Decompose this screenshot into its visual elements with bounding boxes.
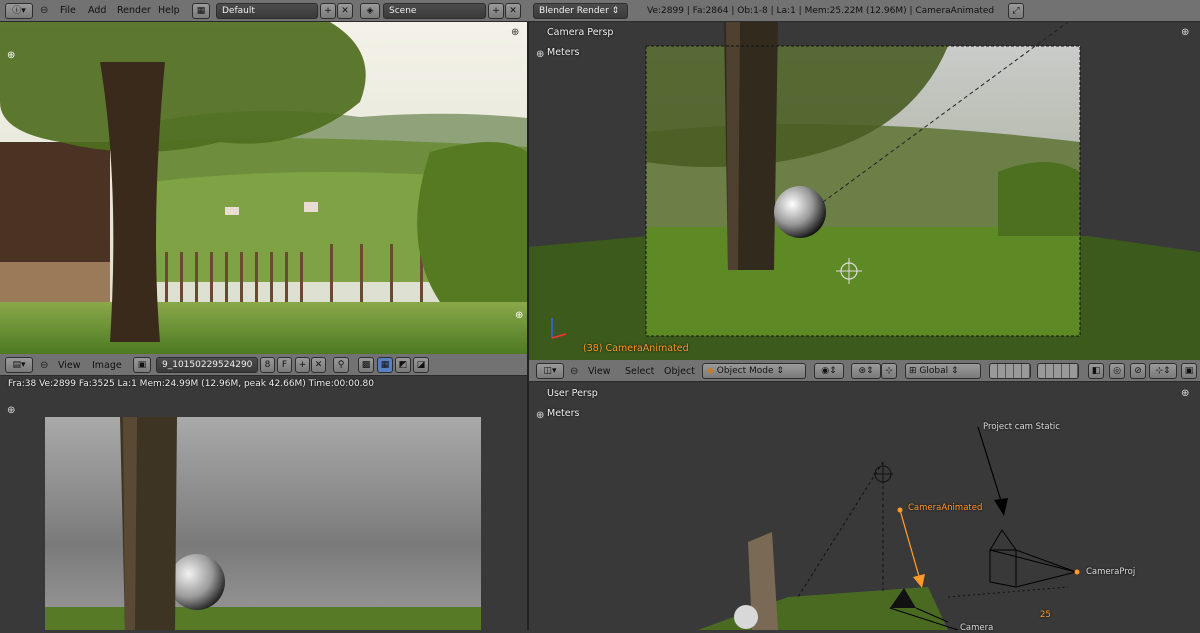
units-label: Meters <box>547 408 580 419</box>
snap-toggle-icon[interactable]: ⊘ <box>1130 363 1146 379</box>
render-preview-icon[interactable]: ▣ <box>1181 363 1197 379</box>
fullscreen-icon[interactable]: ⤢ <box>1008 3 1024 19</box>
menu-view[interactable]: View <box>588 364 611 380</box>
camera-label: Camera <box>960 623 994 633</box>
render-engine-label: Blender Render <box>539 6 609 16</box>
view-label: Camera Persp <box>547 27 614 38</box>
scene-icon[interactable]: ◈ <box>360 3 380 19</box>
collapse-menu-icon[interactable]: ⊖ <box>40 5 48 16</box>
view-label: User Persp <box>547 388 598 399</box>
screen-layout-field[interactable]: Default <box>216 3 318 19</box>
editor-type-image-button[interactable]: ▤▾ <box>5 357 33 373</box>
orientation-select[interactable]: ⊞ Global ⇕ <box>905 363 981 379</box>
manipulator-toggle-icon[interactable]: ⊹ <box>881 363 897 379</box>
camera-viewport <box>528 22 1200 360</box>
zbuffer-display-icon[interactable]: ◪ <box>413 357 429 373</box>
editor-type-info-button[interactable]: ⓘ▾ <box>5 3 33 19</box>
fake-user-button[interactable]: F <box>277 357 292 373</box>
scene-stats: Ve:2899 | Fa:2864 | Ob:1-8 | La:1 | Mem:… <box>647 6 995 16</box>
corner-widget-icon[interactable]: ⊕ <box>1181 388 1189 399</box>
delete-screen-button[interactable]: ✕ <box>337 3 353 19</box>
units-label: Meters <box>547 47 580 58</box>
menu-select[interactable]: Select <box>625 364 654 380</box>
orientation-label: Global <box>919 366 949 376</box>
active-object-label: (38) CameraAnimated <box>583 343 689 354</box>
screen-layout-icon[interactable]: ▦ <box>192 3 210 19</box>
proportional-edit-icon[interactable]: ◎ <box>1109 363 1125 379</box>
snap-element-select[interactable]: ⊹⇕ <box>1149 363 1177 379</box>
mode-label: Object Mode <box>716 366 774 376</box>
scene-field[interactable]: Scene <box>383 3 486 19</box>
corner-widget-icon[interactable]: ⊕ <box>7 405 15 416</box>
delete-scene-button[interactable]: ✕ <box>505 3 521 19</box>
menu-image[interactable]: Image <box>92 358 122 374</box>
frame-number-label: 25 <box>1040 610 1051 620</box>
image-name-field[interactable]: 9_10150229524290 <box>156 357 258 373</box>
alpha-display-icon[interactable]: ▩ <box>358 357 374 373</box>
menu-view[interactable]: View <box>58 358 81 374</box>
mode-icon: ◆ <box>707 366 714 376</box>
orientation-icon: ⊞ <box>909 366 917 376</box>
user-count-button[interactable]: 8 <box>260 357 275 373</box>
add-screen-button[interactable]: + <box>320 3 336 19</box>
editor-type-3d-button[interactable]: ◫▾ <box>536 363 564 379</box>
corner-widget-icon[interactable]: ⊕ <box>536 410 544 421</box>
render-info-text: Fra:38 Ve:2899 Fa:3525 La:1 Mem:24.99M (… <box>8 379 374 389</box>
render-engine-select[interactable]: Blender Render ⇕ <box>533 3 628 19</box>
collapse-menu-icon[interactable]: ⊖ <box>40 360 48 371</box>
render-result-image <box>45 417 481 630</box>
camera-animated-label: CameraAnimated <box>908 503 983 513</box>
pin-icon[interactable]: ⚲ <box>333 357 349 373</box>
checker-display-icon[interactable]: ▦ <box>377 357 393 373</box>
collapse-menu-icon[interactable]: ⊖ <box>570 366 578 377</box>
menu-file[interactable]: File <box>60 3 76 19</box>
corner-widget-icon[interactable]: ⊕ <box>511 27 519 38</box>
menu-render[interactable]: Render <box>117 3 151 19</box>
project-cam-static-label: Project cam Static <box>983 422 1060 432</box>
unlink-image-button[interactable]: ✕ <box>311 357 326 373</box>
corner-widget-icon[interactable]: ⊕ <box>515 310 523 321</box>
user-viewport <box>528 382 1200 630</box>
landscape-photo <box>0 22 527 354</box>
camera-proj-label: CameraProj <box>1086 567 1136 577</box>
mode-select[interactable]: ◆ Object Mode ⇕ <box>702 363 806 379</box>
layers-grid-1[interactable] <box>989 363 1031 379</box>
viewport-shading-select[interactable]: ◉⇕ <box>814 363 844 379</box>
corner-widget-icon[interactable]: ⊕ <box>7 50 15 61</box>
pivot-point-select[interactable]: ⊛⇕ <box>851 363 881 379</box>
layers-grid-2[interactable] <box>1037 363 1079 379</box>
menu-add[interactable]: Add <box>88 3 106 19</box>
lock-layers-icon[interactable]: ◧ <box>1088 363 1104 379</box>
corner-widget-icon[interactable]: ⊕ <box>536 49 544 60</box>
new-image-button[interactable]: + <box>295 357 310 373</box>
area-divider-vertical[interactable] <box>527 22 529 630</box>
menu-help[interactable]: Help <box>158 3 180 19</box>
image-browse-icon[interactable]: ▣ <box>133 357 151 373</box>
corner-widget-icon[interactable]: ⊕ <box>1181 27 1189 38</box>
add-scene-button[interactable]: + <box>488 3 504 19</box>
channel-display-icon[interactable]: ◩ <box>395 357 411 373</box>
menu-object[interactable]: Object <box>664 364 695 380</box>
